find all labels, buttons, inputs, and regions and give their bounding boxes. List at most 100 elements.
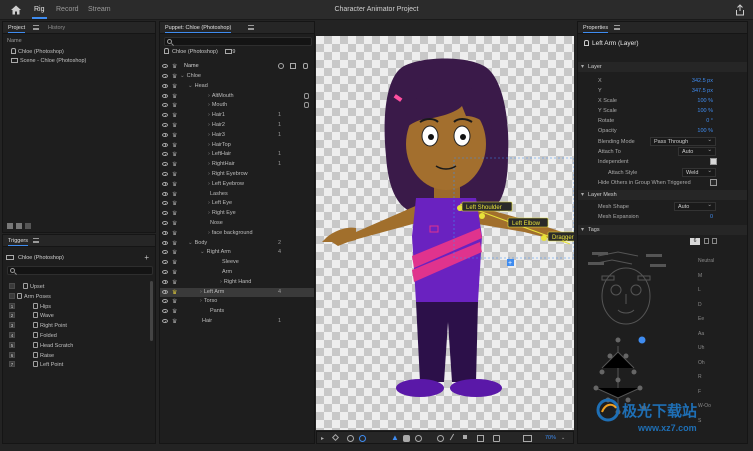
crown-icon[interactable]: ♛ [172,289,177,296]
chevron-right-icon[interactable]: › [200,289,202,295]
expand-icon[interactable]: ▸ [321,435,328,442]
eye-icon[interactable] [162,270,168,274]
crown-icon[interactable]: ♛ [172,249,177,256]
crown-icon[interactable]: ♛ [172,308,177,315]
eye-icon[interactable] [162,74,168,78]
eye-icon[interactable] [162,142,168,147]
layer-row[interactable]: ♛ Arm [160,268,314,278]
select-tool-icon[interactable]: ▲ [391,433,399,442]
pen-tool-icon[interactable] [331,433,340,442]
crown-icon[interactable]: ♛ [172,191,177,198]
name-column-header[interactable]: Name [184,63,199,69]
eye-icon[interactable] [162,103,168,108]
tag-label[interactable]: Oh [698,360,705,366]
layer-row[interactable]: ♛ › Left Eye [160,199,314,209]
hand-icon[interactable] [304,92,309,99]
crown-icon[interactable]: ♛ [172,298,177,305]
tag-grid-icon[interactable] [712,238,717,244]
eye-icon[interactable] [162,319,168,323]
chevron-right-icon[interactable]: › [220,279,222,285]
elbow-handle[interactable] [479,213,485,219]
trigger-row[interactable]: 7 Left Point [3,360,155,370]
trigger-row[interactable]: 1 Hips [3,302,155,312]
eye-icon[interactable] [162,221,168,225]
crown-icon[interactable]: ♛ [172,122,177,129]
layer-row[interactable]: ♛ › face background [160,229,314,239]
breadcrumb[interactable]: Chloe (Photoshop) 9 [164,48,235,55]
handle-tool-icon[interactable] [493,435,500,442]
tag-label[interactable]: R [698,374,702,380]
layer-row[interactable]: ♛ › Torso [160,297,314,307]
chevron-down-icon[interactable]: ⌄ [180,73,185,79]
tags-section[interactable]: Tags [578,225,747,235]
crown-icon[interactable]: ♛ [172,73,177,80]
pin-tool-icon[interactable] [463,435,467,439]
origin-tool-icon[interactable] [437,435,444,442]
attach-to-select[interactable]: Auto [678,147,716,156]
chevron-right-icon[interactable]: › [208,210,210,216]
eye-icon[interactable] [162,309,168,314]
mesh-expansion-value[interactable]: 0 [710,214,713,220]
layer-row[interactable]: ♛ Nose [160,219,314,229]
chevron-right-icon[interactable]: › [208,171,210,177]
crown-icon[interactable]: ♛ [172,318,177,325]
crown-icon[interactable]: ♛ [172,93,177,100]
tab-project[interactable]: Project [8,25,26,33]
name-column-header[interactable]: Name [7,38,22,44]
panel-menu-icon[interactable] [614,25,620,30]
layer-row[interactable]: ♛ Hair 1 [160,317,314,327]
panel-menu-icon[interactable] [33,238,39,243]
new-item-icon[interactable] [16,223,22,229]
layer-row[interactable]: ♛ › Right Hand [160,278,314,288]
zoom-level[interactable]: 70% [545,435,556,441]
selected-tag-dot[interactable] [638,336,646,344]
crown-icon[interactable]: ♛ [172,220,177,227]
tab-history[interactable]: History [48,25,65,31]
chevron-right-icon[interactable]: › [208,181,210,187]
tag-label[interactable]: M [698,273,702,279]
hand-tool-icon[interactable] [403,435,410,442]
eye-icon[interactable] [162,93,168,98]
chevron-down-icon[interactable]: ⌄ [188,240,193,246]
share-icon[interactable] [735,4,745,16]
chevron-right-icon[interactable]: › [208,112,210,118]
triggers-puppet-row[interactable]: Chloe (Photoshop) [6,255,64,261]
trigger-row[interactable]: 2 Wave [3,311,155,321]
independent-checkbox[interactable] [710,158,717,165]
trigger-key-box[interactable]: 6 [9,351,15,358]
delete-icon[interactable] [25,223,31,229]
trigger-key-box[interactable]: 2 [9,312,15,319]
trigger-row[interactable]: 5 Head Scratch [3,341,155,351]
chevron-right-icon[interactable]: › [208,142,210,148]
stick-tool-icon[interactable] [449,433,460,443]
circle-tool-icon[interactable] [359,435,366,442]
tab-puppet[interactable]: Puppet: Chloe (Photoshop) [165,25,232,33]
layer-mesh-section[interactable]: Layer Mesh [578,190,747,200]
eye-icon[interactable] [162,299,168,304]
triggers-search-input[interactable] [7,266,153,275]
chevron-right-icon[interactable]: › [200,298,202,304]
eye-icon[interactable] [162,191,168,196]
chevron-down-icon[interactable]: ⌄ [188,83,193,89]
eye-icon[interactable] [162,260,168,265]
property-value[interactable]: 0 ° [706,118,713,124]
property-value[interactable]: 100 % [697,108,713,114]
eye-icon[interactable] [162,181,168,186]
chevron-right-icon[interactable]: › [208,151,210,157]
layer-row[interactable]: ♛ › Left Eyebrow [160,180,314,190]
trigger-key-box[interactable] [9,292,15,299]
crown-icon[interactable]: ♛ [172,230,177,237]
hand-icon[interactable] [304,102,309,109]
tab-triggers[interactable]: Triggers [8,238,28,246]
layer-row[interactable]: ♛ Pants [160,307,314,317]
crown-icon[interactable]: ♛ [172,142,177,149]
trigger-row[interactable]: 3 Right Point [3,321,155,331]
tag-view-icon[interactable] [704,238,709,244]
crown-icon[interactable]: ♛ [172,210,177,217]
chevron-right-icon[interactable]: › [208,200,210,206]
property-value[interactable]: 347.5 px [692,88,713,94]
crown-icon[interactable]: ♛ [172,240,177,247]
dragger-tool-icon[interactable] [477,435,484,442]
eye-icon[interactable] [162,152,168,157]
eye-icon[interactable] [162,132,168,137]
